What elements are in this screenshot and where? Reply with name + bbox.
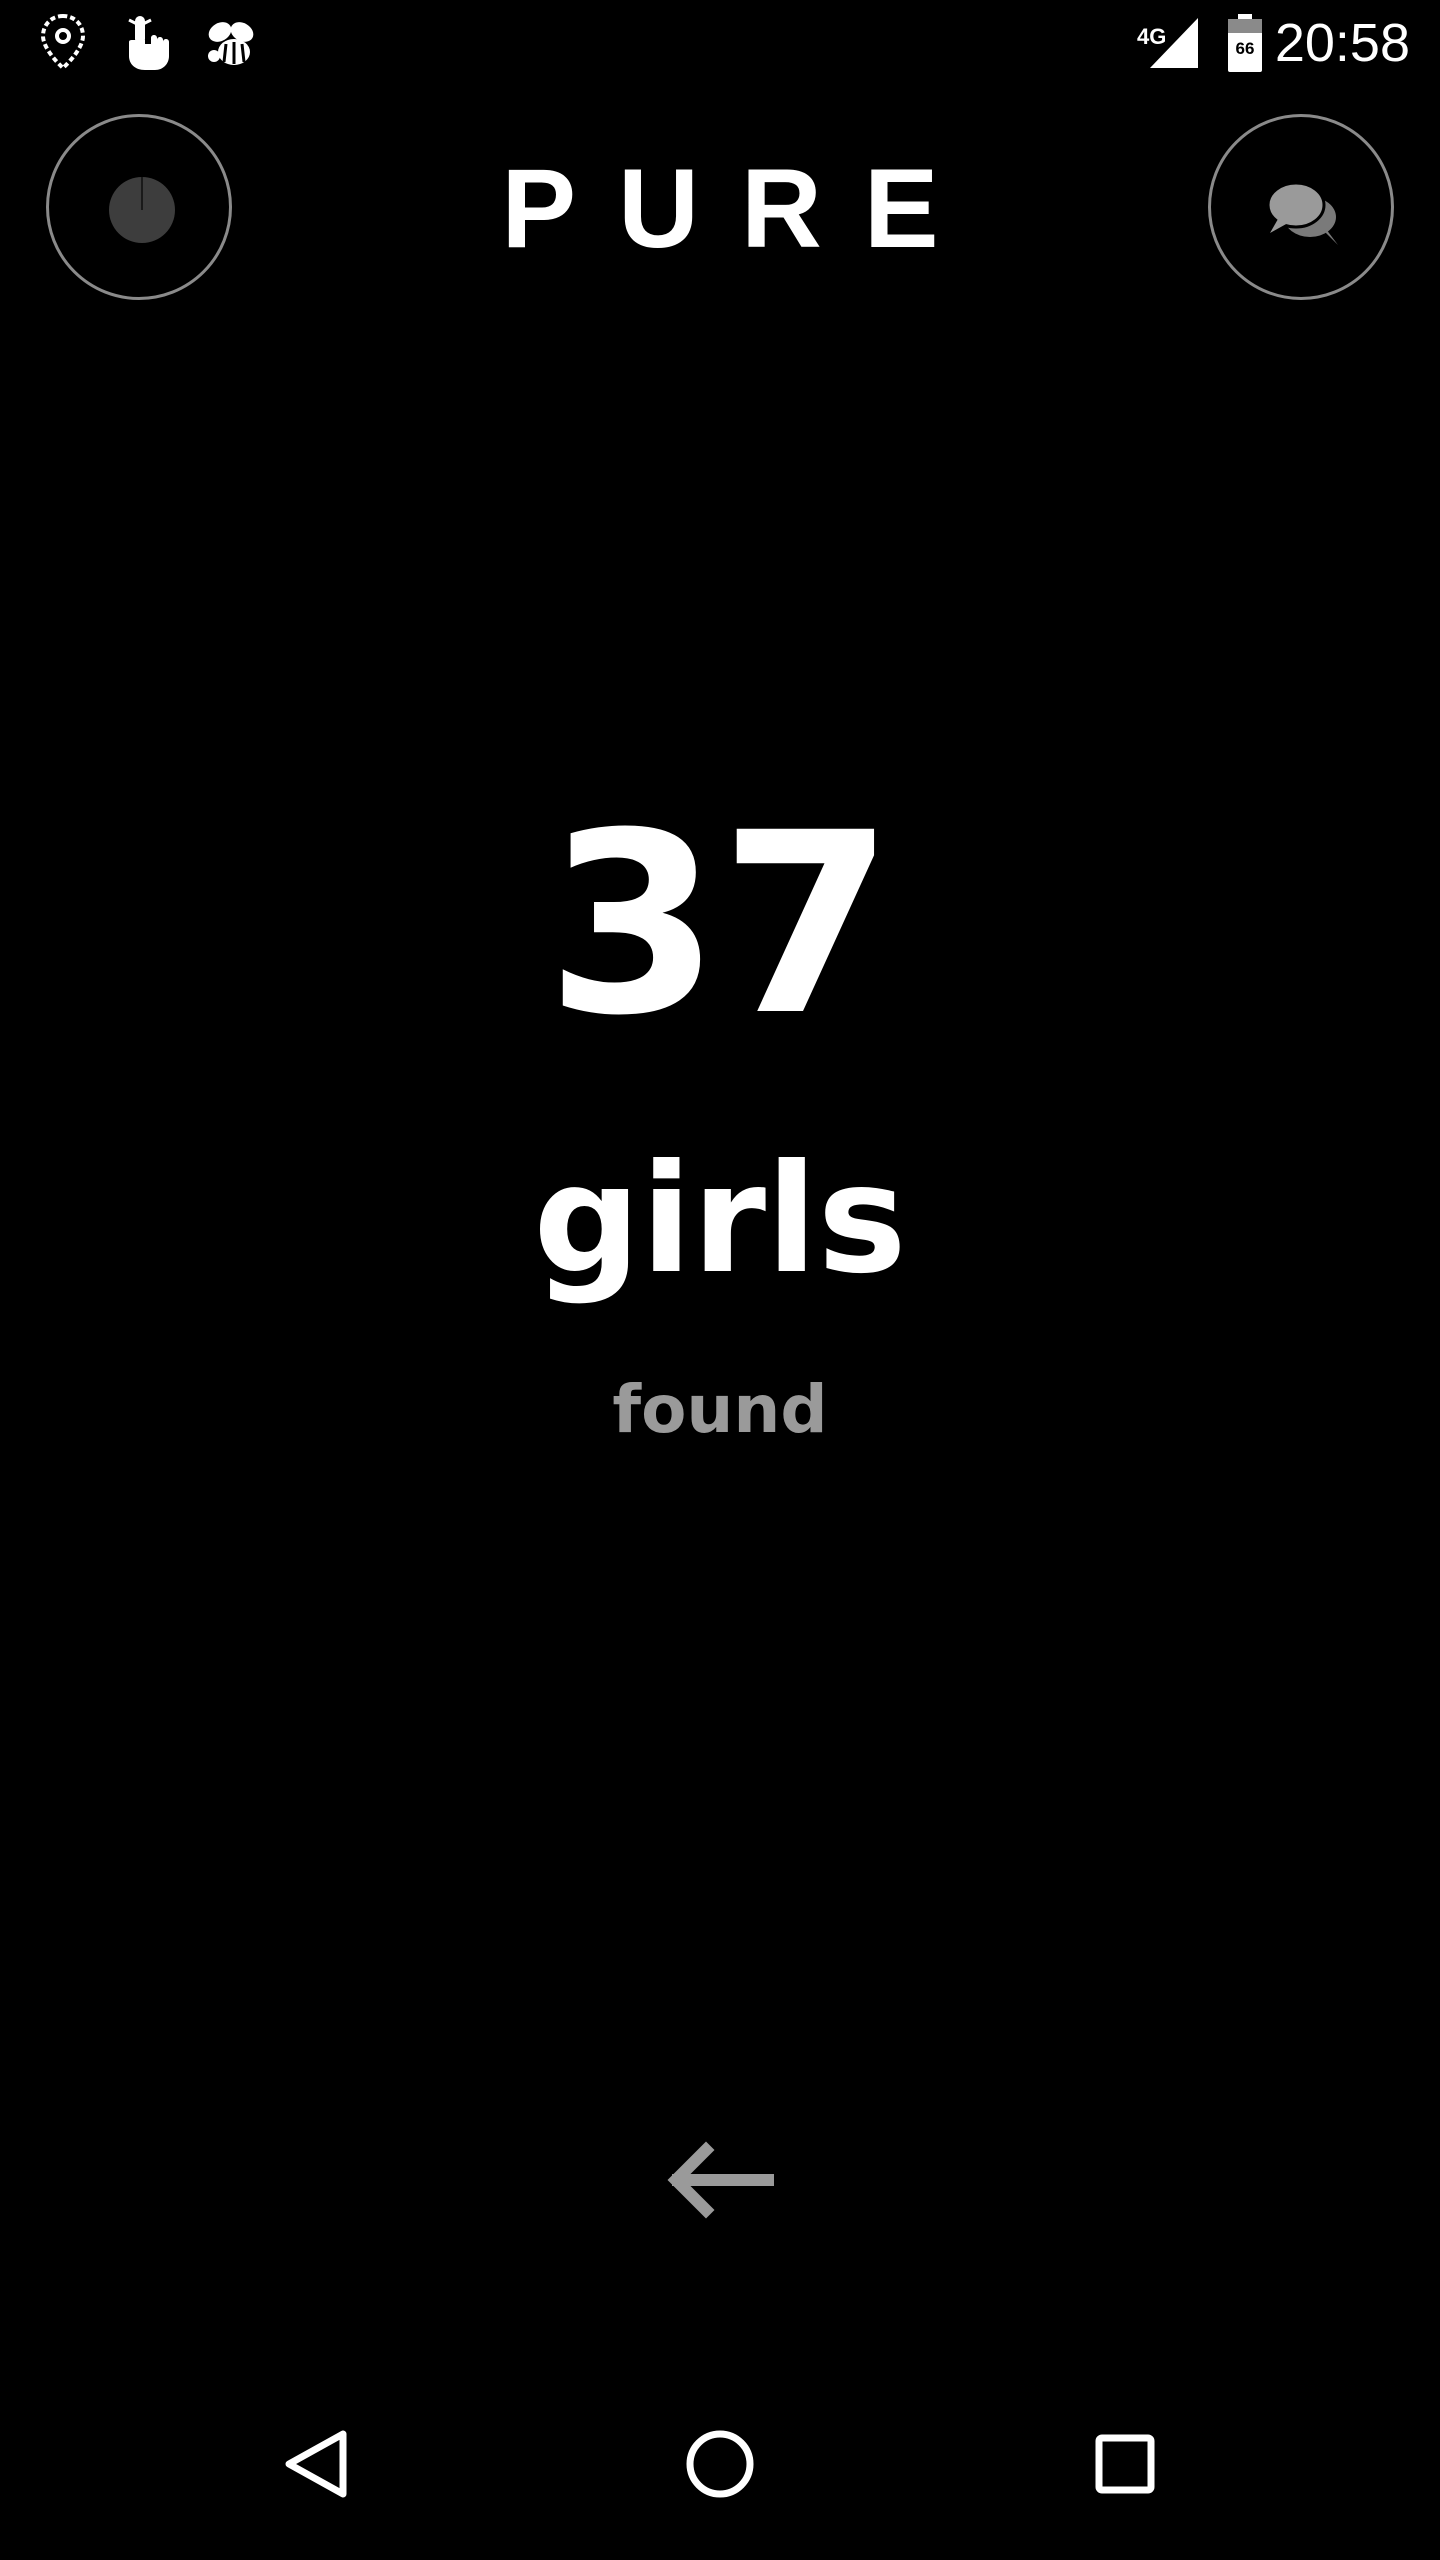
location-pin-icon — [33, 12, 93, 72]
nav-back-button[interactable] — [255, 2404, 375, 2524]
app-header: PURE — [0, 84, 1440, 336]
nav-recents-button[interactable] — [1065, 2404, 1185, 2524]
signal-icon — [1148, 14, 1200, 70]
battery-icon: 66 — [1228, 14, 1262, 72]
recents-square-icon — [1095, 2434, 1155, 2494]
touch-hand-icon — [115, 12, 175, 72]
status-bar: 4G 66 20:58 — [0, 0, 1440, 84]
chat-button[interactable] — [1208, 114, 1394, 300]
match-count: 37 — [546, 779, 894, 1070]
back-triangle-icon — [285, 2430, 347, 2498]
match-noun: girls — [533, 1133, 907, 1307]
home-circle-icon — [686, 2430, 754, 2498]
status-time: 20:58 — [1274, 13, 1410, 73]
svg-text:66: 66 — [1236, 39, 1255, 58]
chat-bubbles-icon — [1266, 181, 1338, 245]
back-button[interactable] — [660, 2130, 780, 2230]
nav-home-button[interactable] — [660, 2404, 780, 2524]
match-status: found — [612, 1371, 828, 1448]
bee-icon — [200, 12, 260, 72]
system-nav-bar — [0, 2364, 1440, 2560]
left-arrow-icon — [667, 2141, 774, 2219]
